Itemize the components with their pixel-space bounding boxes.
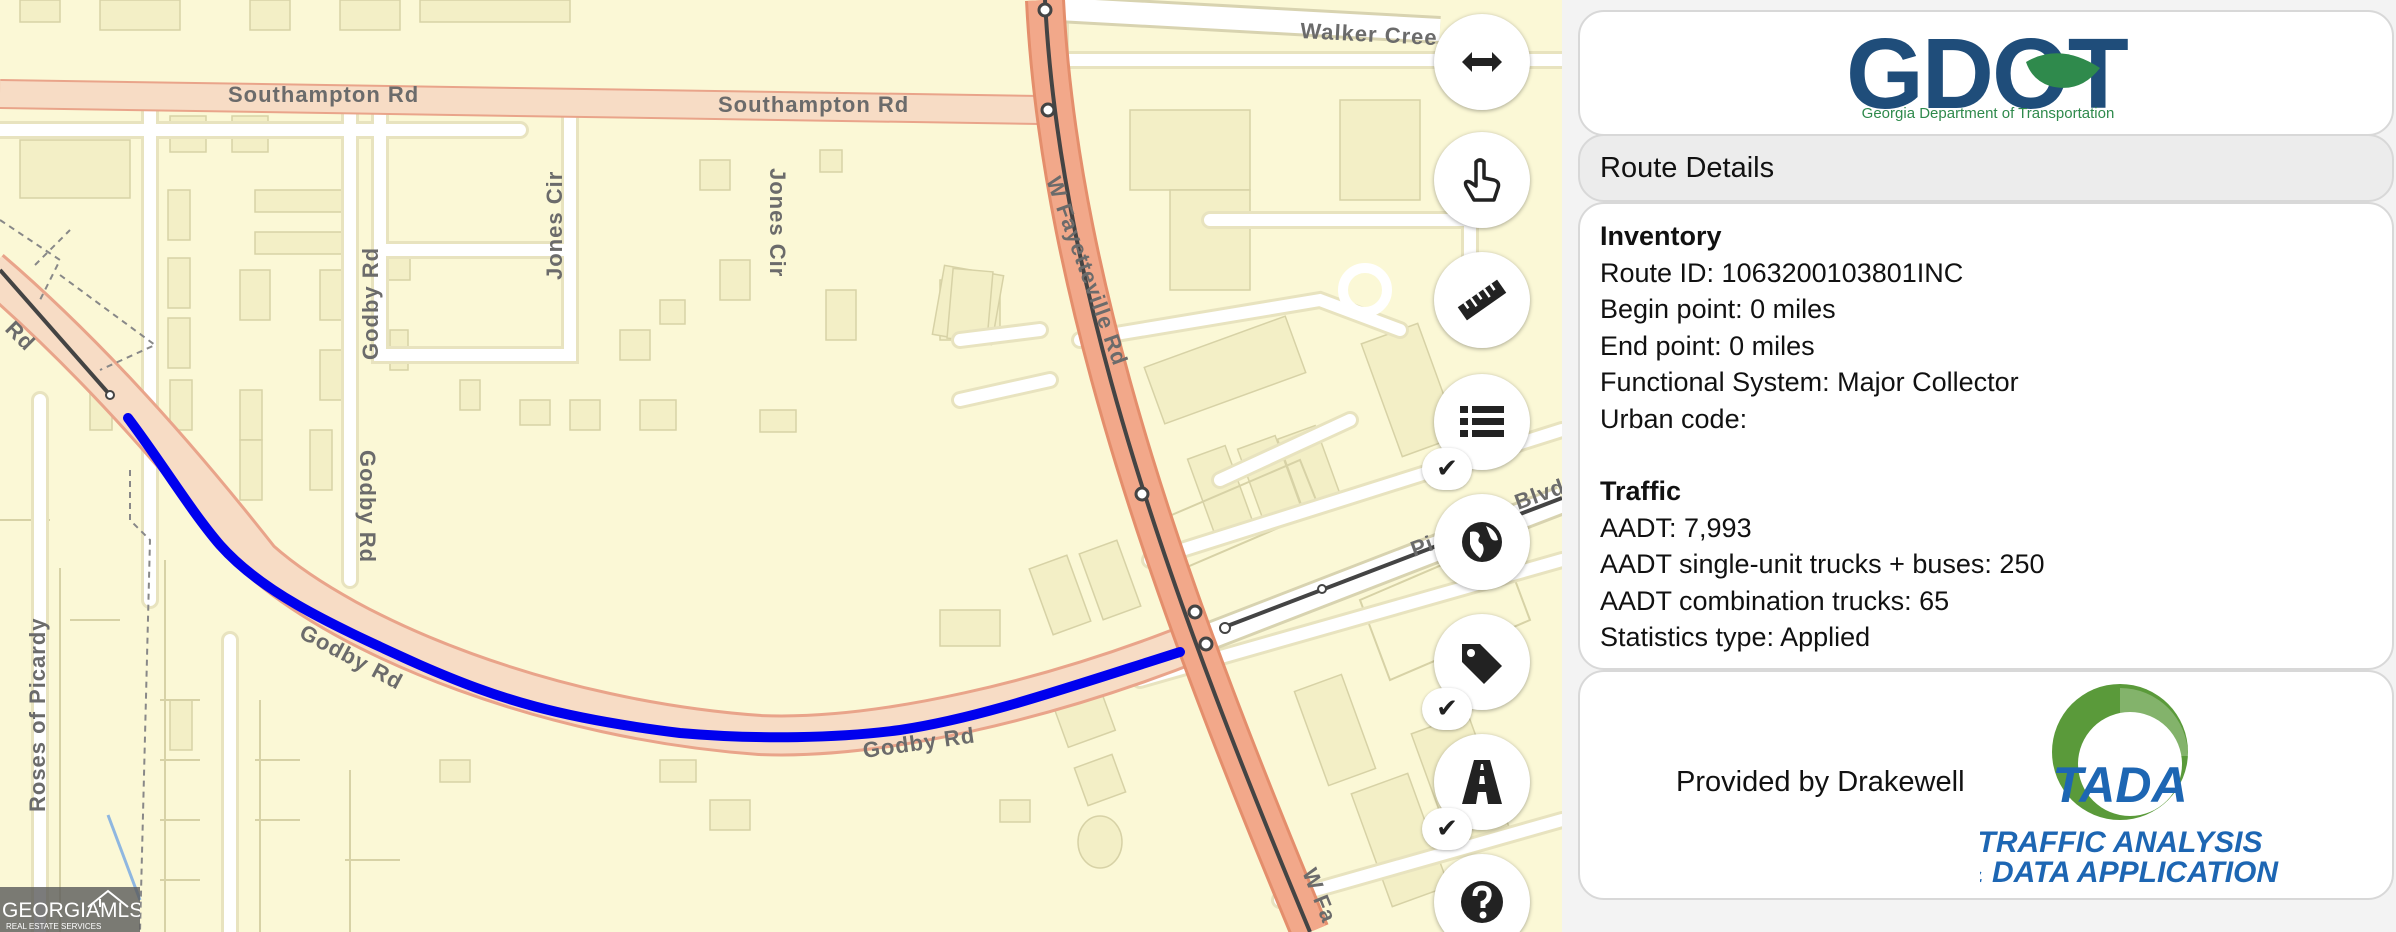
- double-arrow-icon: [1462, 52, 1502, 72]
- watermark-subtext: REAL ESTATE SERVICES: [6, 922, 101, 931]
- globe-icon: [1462, 522, 1502, 562]
- provided-by-text: Provided by Drakewell: [1676, 766, 1965, 798]
- roads-check[interactable]: ✔: [1422, 808, 1472, 850]
- layers-list-check[interactable]: ✔: [1422, 448, 1472, 490]
- label-southampton-1: Southampton Rd: [228, 82, 419, 107]
- label-southampton-2: Southampton Rd: [718, 92, 909, 117]
- gdot-logo-subtitle: Georgia Department of Transportation: [1862, 105, 2115, 122]
- traffic-heading: Traffic: [1600, 476, 1682, 506]
- aadt-single-unit: AADT single-unit trucks + buses: 250: [1600, 549, 2045, 579]
- label-jones-cir-2: Jones Cir: [765, 168, 790, 277]
- route-details-header[interactable]: Route Details: [1578, 134, 2394, 202]
- watermark-text: GEORGIAMLS: [2, 899, 140, 922]
- list-icon: [1460, 406, 1504, 437]
- route-info-card: Inventory Route ID: 1063200103801INC Beg…: [1578, 202, 2394, 670]
- map-canvas[interactable]: Southampton Rd Southampton Rd Walker Cre…: [0, 0, 1562, 932]
- route-details-panel: GDOT Georgia Department of Transportatio…: [1562, 0, 2396, 932]
- gdot-logo-card: GDOT Georgia Department of Transportatio…: [1578, 10, 2394, 136]
- aadt-value: AADT: 7,993: [1600, 512, 1752, 543]
- label-godby-rd-2: Godby Rd: [355, 450, 380, 563]
- tada-line1: TRAFFIC ANALYSIS: [1980, 826, 2263, 859]
- end-point: End point: 0 miles: [1600, 330, 1815, 361]
- label-jones-cir-1: Jones Cir: [542, 171, 567, 280]
- map-view[interactable]: Southampton Rd Southampton Rd Walker Cre…: [0, 0, 1562, 932]
- aadt-combination: AADT combination trucks: 65: [1600, 585, 1950, 616]
- begin-point: Begin point: 0 miles: [1600, 294, 1836, 324]
- gdot-logo: GDOT Georgia Department of Transportatio…: [1846, 18, 2131, 130]
- statistics-type: Statistics type: Applied: [1600, 622, 1871, 652]
- pan-extent-button[interactable]: [1434, 14, 1530, 110]
- measure-tool-button[interactable]: [1434, 252, 1530, 348]
- ruler-icon: [1457, 279, 1507, 321]
- georgia-mls-watermark: GEORGIAMLS REAL ESTATE SERVICES: [0, 887, 143, 932]
- question-icon: [1461, 881, 1503, 923]
- provider-card: Provided by Drakewell TADA TRAFFIC ANALY…: [1578, 670, 2394, 900]
- pointing-hand-icon: [1463, 158, 1501, 202]
- tada-logo[interactable]: TADA TRAFFIC ANALYSIS & DATA APPLICATION: [1980, 682, 2320, 892]
- labels-check[interactable]: ✔: [1422, 688, 1472, 730]
- tada-name: TADA: [2052, 757, 2187, 813]
- functional-system: Functional System: Major Collector: [1600, 367, 2019, 397]
- label-roses-of-picardy: Roses of Picardy: [25, 617, 50, 812]
- basemap-button[interactable]: [1434, 494, 1530, 590]
- select-tool-button[interactable]: [1434, 132, 1530, 228]
- route-details-title: Route Details: [1600, 151, 1775, 184]
- tag-icon: [1462, 644, 1502, 684]
- road-icon: [1462, 760, 1502, 804]
- urban-code: Urban code:: [1600, 403, 1748, 434]
- route-id: Route ID: 1063200103801INC: [1600, 257, 1964, 288]
- label-godby-rd-1: Godby Rd: [358, 247, 383, 360]
- tada-line2: & DATA APPLICATION: [1980, 856, 2279, 889]
- georgia-mls-logo: GEORGIAMLS REAL ESTATE SERVICES: [2, 889, 143, 931]
- inventory-heading: Inventory: [1600, 221, 1722, 251]
